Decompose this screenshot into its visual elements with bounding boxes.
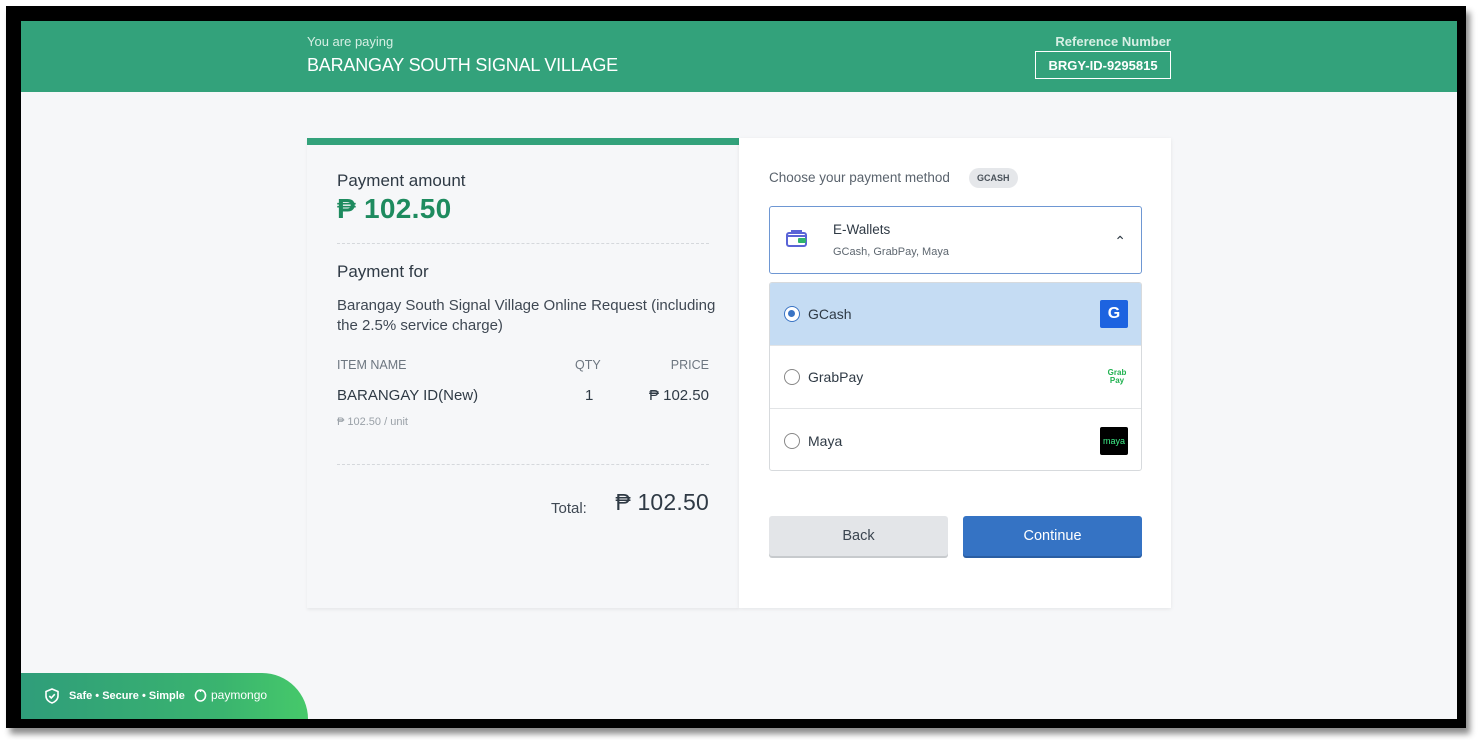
shield-check-icon	[45, 688, 59, 704]
item-name: BARANGAY ID(New)	[337, 387, 479, 404]
option-gcash[interactable]: GCash G	[770, 283, 1141, 346]
security-tagline: Safe • Secure • Simple	[69, 690, 185, 702]
paymongo-logo-icon	[194, 689, 207, 702]
continue-button[interactable]: Continue	[963, 516, 1142, 556]
paying-label: You are paying	[307, 34, 394, 49]
maya-logo-icon: maya	[1100, 426, 1128, 455]
column-qty: QTY	[575, 358, 601, 372]
option-gcash-label: GCash	[808, 306, 852, 322]
e-wallets-title: E-Wallets	[833, 222, 891, 237]
total-label: Total:	[551, 500, 587, 517]
radio-maya[interactable]	[784, 432, 800, 449]
column-item-name: ITEM NAME	[337, 358, 407, 372]
item-unit-price: ₱ 102.50 / unit	[337, 416, 408, 428]
payment-for-label: Payment for	[337, 262, 429, 281]
e-wallets-accordion[interactable]: E-Wallets GCash, GrabPay, Maya ⌃	[769, 206, 1142, 274]
item-price: ₱ 102.50	[648, 387, 709, 404]
total-amount: ₱ 102.50	[615, 489, 709, 515]
option-grabpay-label: GrabPay	[808, 369, 864, 385]
merchant-name: BARANGAY SOUTH SIGNAL VILLAGE	[307, 55, 618, 75]
e-wallet-options: GCash G GrabPay Grab Pay Maya maya	[769, 282, 1142, 471]
gcash-logo-icon: G	[1100, 300, 1128, 328]
payment-amount: ₱ 102.50	[337, 193, 452, 224]
selected-method-badge: GCASH	[969, 168, 1018, 188]
option-grabpay[interactable]: GrabPay Grab Pay	[770, 346, 1141, 409]
divider	[337, 464, 709, 465]
option-maya[interactable]: Maya maya	[770, 409, 1141, 470]
e-wallets-subtitle: GCash, GrabPay, Maya	[833, 246, 949, 258]
payment-method-panel: Choose your payment method GCASH E-Walle…	[739, 138, 1171, 608]
checkout-page: You are paying BARANGAY SOUTH SIGNAL VIL…	[21, 21, 1457, 719]
grabpay-logo-icon: Grab Pay	[1107, 368, 1127, 385]
security-footer: Safe • Secure • Simple paymongo	[21, 673, 308, 719]
screenshot-frame: You are paying BARANGAY SOUTH SIGNAL VIL…	[6, 6, 1466, 728]
payment-amount-label: Payment amount	[337, 171, 466, 190]
back-button[interactable]: Back	[769, 516, 948, 556]
payment-summary-panel: Payment amount ₱ 102.50 Payment for Bara…	[307, 138, 739, 608]
choose-method-label: Choose your payment method	[769, 170, 950, 185]
option-maya-label: Maya	[808, 432, 843, 449]
wallet-icon	[786, 230, 807, 247]
radio-gcash[interactable]	[784, 306, 800, 322]
column-price: PRICE	[670, 358, 709, 372]
item-qty: 1	[585, 387, 594, 404]
reference-number: BRGY-ID-9295815	[1035, 51, 1171, 79]
divider	[337, 243, 709, 244]
chevron-up-icon[interactable]: ⌃	[1114, 233, 1126, 250]
payment-description: Barangay South Signal Village Online Req…	[337, 297, 716, 334]
radio-grabpay[interactable]	[784, 369, 800, 385]
paymongo-brand: paymongo	[211, 688, 268, 702]
top-bar: You are paying BARANGAY SOUTH SIGNAL VIL…	[21, 21, 1457, 92]
reference-label: Reference Number	[1055, 34, 1171, 49]
